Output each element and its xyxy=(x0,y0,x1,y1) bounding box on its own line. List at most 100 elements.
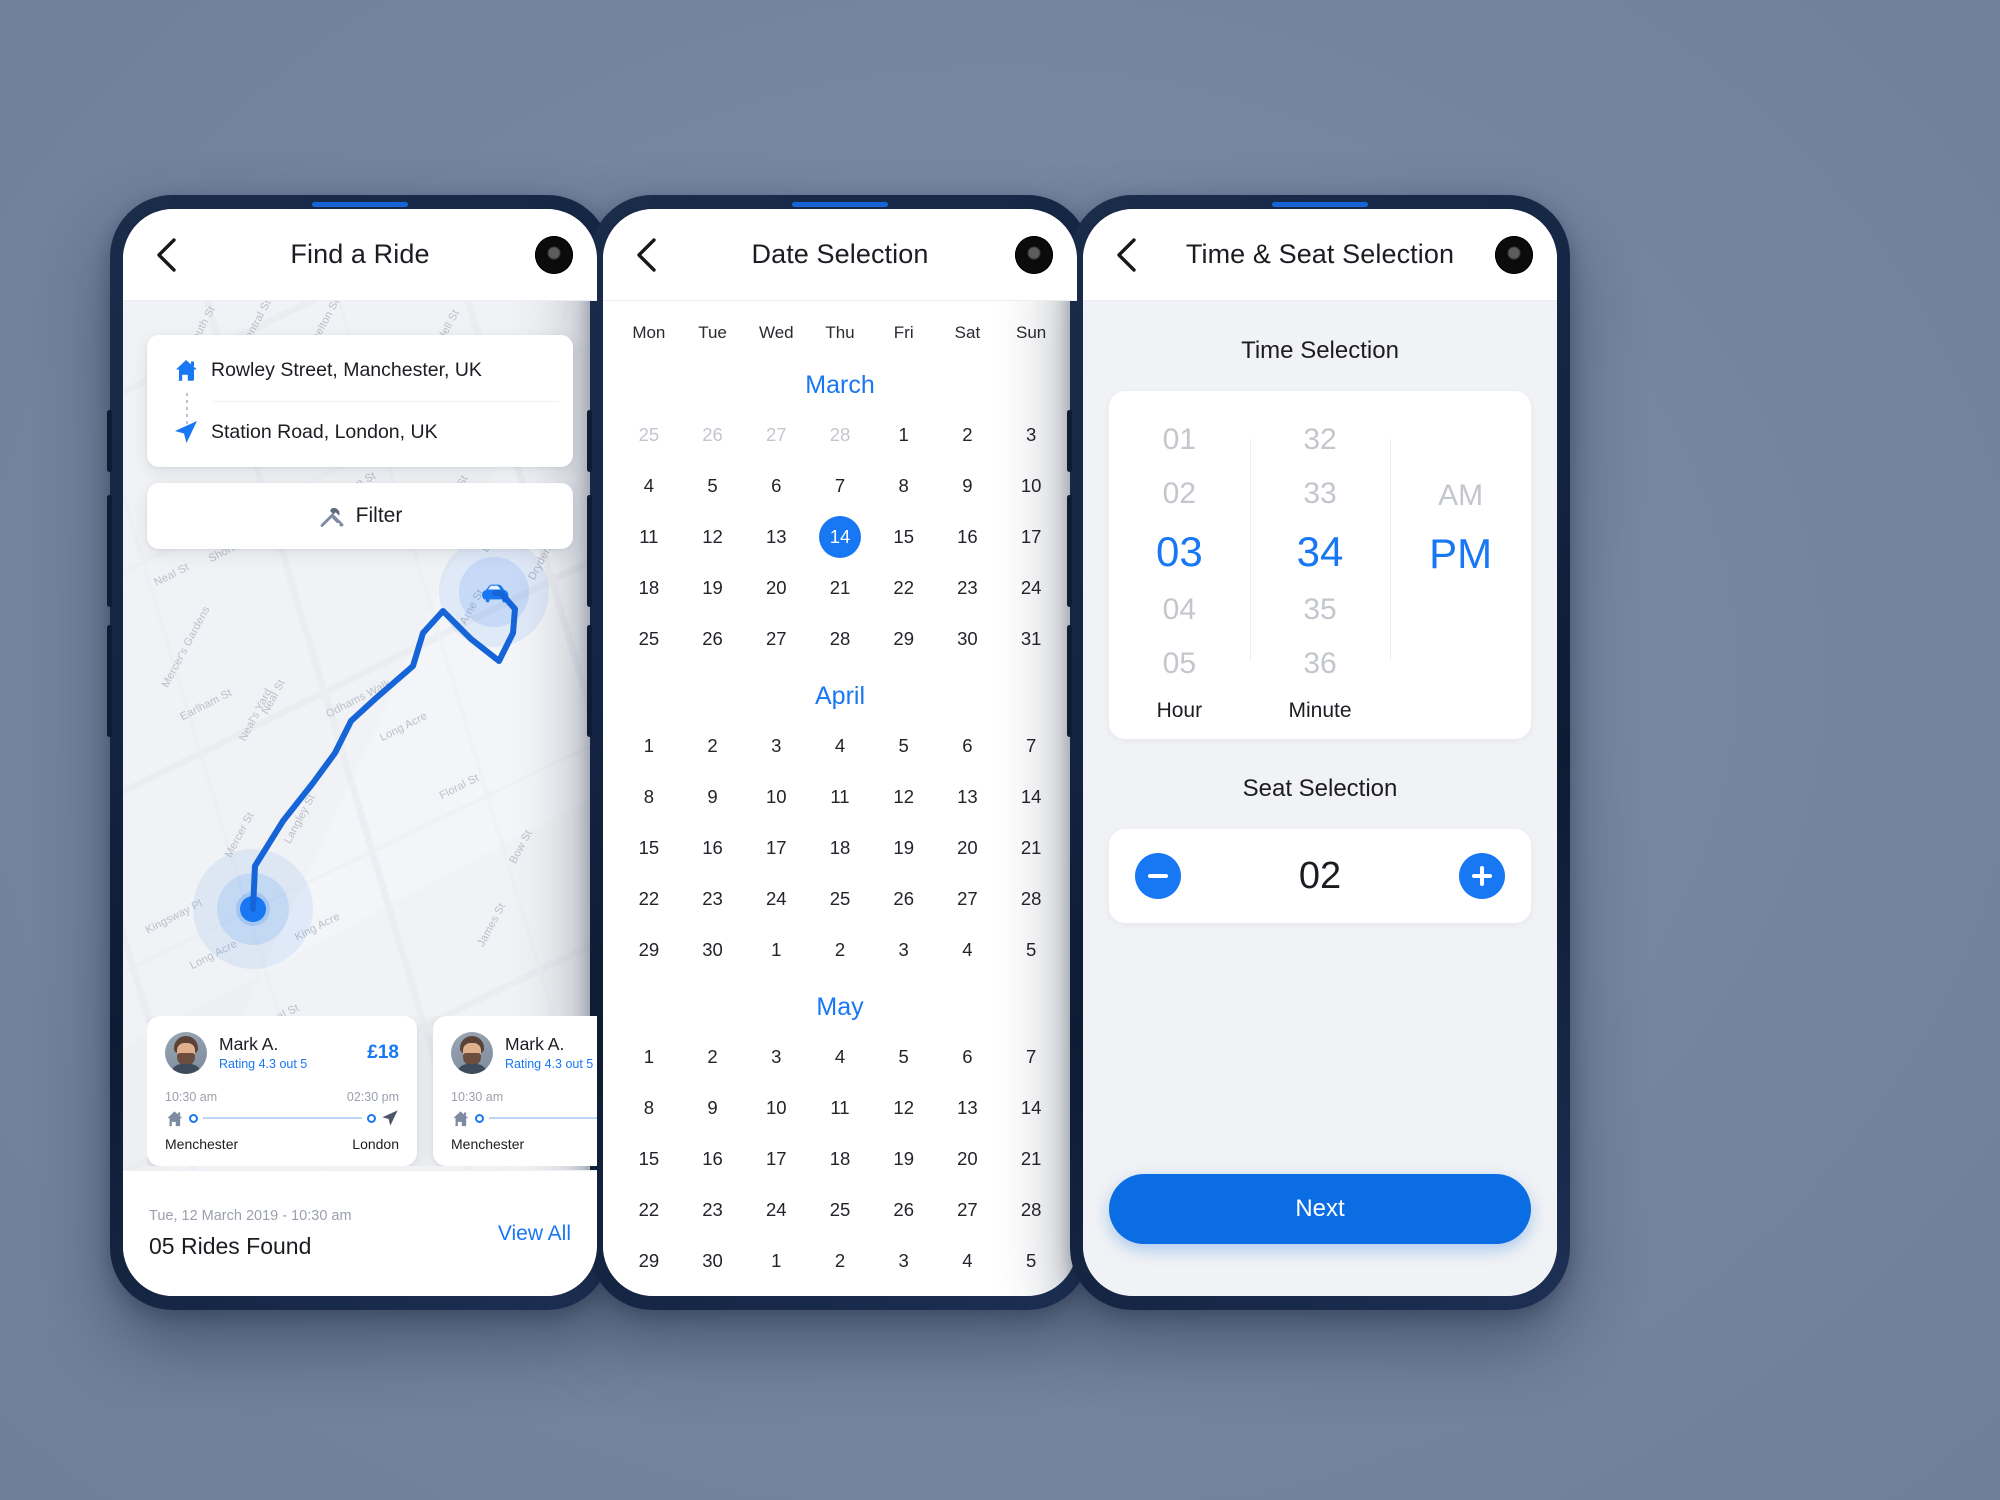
calendar-day[interactable]: 3 xyxy=(744,729,808,763)
calendar-day[interactable]: 2 xyxy=(808,1244,872,1278)
meridiem-wheel[interactable]: AM PM xyxy=(1390,413,1531,739)
calendar-day[interactable]: 23 xyxy=(936,571,1000,605)
back-button[interactable] xyxy=(629,237,663,272)
calendar-day[interactable]: 8 xyxy=(617,1091,681,1125)
phone-volume-down-button[interactable] xyxy=(587,625,592,737)
calendar-day[interactable]: 5 xyxy=(872,729,936,763)
calendar-day[interactable]: 2 xyxy=(936,418,1000,452)
calendar-day[interactable]: 25 xyxy=(808,882,872,916)
minute-wheel[interactable]: 32 33 34 35 36 Minute xyxy=(1250,413,1391,739)
calendar-day[interactable]: 1 xyxy=(744,1244,808,1278)
calendar-day[interactable]: 27 xyxy=(744,418,808,452)
phone-volume-up-button[interactable] xyxy=(587,495,592,607)
hour-option[interactable]: 01 xyxy=(1163,413,1196,467)
calendar-day[interactable]: 3 xyxy=(872,1244,936,1278)
calendar-day[interactable]: 27 xyxy=(744,622,808,656)
calendar-day[interactable]: 5 xyxy=(999,1244,1063,1278)
calendar-day[interactable]: 8 xyxy=(617,780,681,814)
map-canvas[interactable]: Monmouth St W Central St Shelton St Ende… xyxy=(123,297,597,1296)
calendar-day[interactable]: 21 xyxy=(999,1142,1063,1176)
calendar-day[interactable]: 26 xyxy=(681,418,745,452)
calendar-day[interactable]: 13 xyxy=(744,520,808,554)
calendar-day[interactable]: 15 xyxy=(617,1142,681,1176)
calendar-day[interactable]: 14 xyxy=(999,1091,1063,1125)
calendar-day[interactable]: 17 xyxy=(999,520,1063,554)
origin-row[interactable]: Rowley Street, Manchester, UK xyxy=(147,339,573,401)
hour-option[interactable]: 04 xyxy=(1163,583,1196,637)
calendar-day[interactable]: 11 xyxy=(808,780,872,814)
calendar-grid-april[interactable]: 1 2 3 4 5 6 7 8 9 10 11 12 13 14 15 16 17 18 19 20 21 22 23 24 2… xyxy=(617,729,1063,967)
calendar-day[interactable]: 5 xyxy=(872,1040,936,1074)
calendar-day[interactable]: 22 xyxy=(872,571,936,605)
calendar-day[interactable]: 17 xyxy=(744,1142,808,1176)
view-all-link[interactable]: View All xyxy=(498,1222,571,1246)
phone-side-button[interactable] xyxy=(107,410,112,472)
phone-volume-down-button[interactable] xyxy=(107,625,112,737)
calendar-day[interactable]: 15 xyxy=(872,520,936,554)
next-button[interactable]: Next xyxy=(1109,1174,1531,1244)
calendar-day[interactable]: 20 xyxy=(936,831,1000,865)
hour-option-selected[interactable]: 03 xyxy=(1156,521,1203,583)
calendar-day[interactable]: 18 xyxy=(808,831,872,865)
calendar-day[interactable]: 1 xyxy=(617,1040,681,1074)
calendar-day[interactable]: 24 xyxy=(744,1193,808,1227)
calendar-day[interactable]: 22 xyxy=(617,1193,681,1227)
calendar-day[interactable]: 10 xyxy=(744,780,808,814)
calendar-scroll[interactable]: Mon Tue Wed Thu Fri Sat Sun March 25 26 27… xyxy=(603,301,1077,1296)
calendar-day[interactable]: 20 xyxy=(936,1142,1000,1176)
calendar-day[interactable]: 11 xyxy=(808,1091,872,1125)
seat-increment-button[interactable] xyxy=(1459,853,1505,899)
calendar-day[interactable]: 8 xyxy=(872,469,936,503)
calendar-day[interactable]: 4 xyxy=(936,1244,1000,1278)
calendar-day[interactable]: 12 xyxy=(872,1091,936,1125)
time-picker-card[interactable]: 01 02 03 04 05 Hour 32 33 34 35 36 Minut… xyxy=(1109,391,1531,739)
ride-card[interactable]: Mark A. Rating 4.3 out 5 £18 10:30 am 02… xyxy=(147,1016,417,1166)
calendar-day[interactable]: 7 xyxy=(808,469,872,503)
calendar-day[interactable]: 11 xyxy=(617,520,681,554)
calendar-day[interactable]: 6 xyxy=(936,1040,1000,1074)
calendar-day[interactable]: 13 xyxy=(936,1091,1000,1125)
calendar-day[interactable]: 27 xyxy=(936,1193,1000,1227)
ride-card[interactable]: Mark A. Rating 4.3 out 5 £18 10:30 am 02… xyxy=(433,1016,597,1166)
calendar-day[interactable]: 12 xyxy=(872,780,936,814)
calendar-day[interactable]: 29 xyxy=(872,622,936,656)
calendar-day[interactable]: 16 xyxy=(681,1142,745,1176)
calendar-grid-march[interactable]: 25 26 27 28 1 2 3 4 5 6 7 8 9 10 11 12 13 14 15 16 17 18 19 20 2… xyxy=(617,418,1063,656)
calendar-day[interactable]: 4 xyxy=(936,933,1000,967)
calendar-day[interactable]: 2 xyxy=(681,729,745,763)
calendar-day[interactable]: 26 xyxy=(872,1193,936,1227)
calendar-day[interactable]: 27 xyxy=(936,882,1000,916)
calendar-day[interactable]: 10 xyxy=(744,1091,808,1125)
calendar-day[interactable]: 3 xyxy=(744,1040,808,1074)
calendar-day[interactable]: 4 xyxy=(808,729,872,763)
calendar-day[interactable]: 26 xyxy=(681,622,745,656)
hour-option[interactable]: 02 xyxy=(1163,467,1196,521)
calendar-day[interactable]: 1 xyxy=(872,418,936,452)
calendar-day[interactable]: 29 xyxy=(617,933,681,967)
calendar-day[interactable]: 24 xyxy=(999,571,1063,605)
phone-volume-down-button[interactable] xyxy=(1067,625,1072,737)
calendar-day[interactable]: 18 xyxy=(617,571,681,605)
hour-option[interactable]: 05 xyxy=(1163,637,1196,691)
calendar-grid-may[interactable]: 1 2 3 4 5 6 7 8 9 10 11 12 13 14 15 16 17 18 19 20 21 22 23 24 2… xyxy=(617,1040,1063,1278)
calendar-day[interactable]: 13 xyxy=(936,780,1000,814)
calendar-day[interactable]: 28 xyxy=(999,882,1063,916)
calendar-day[interactable]: 19 xyxy=(872,1142,936,1176)
calendar-day[interactable]: 20 xyxy=(744,571,808,605)
calendar-day[interactable]: 30 xyxy=(681,933,745,967)
calendar-day[interactable]: 18 xyxy=(808,1142,872,1176)
back-button[interactable] xyxy=(1109,237,1143,272)
ride-cards-carousel[interactable]: Mark A. Rating 4.3 out 5 £18 10:30 am 02… xyxy=(147,1016,597,1166)
calendar-day[interactable]: 28 xyxy=(999,1193,1063,1227)
minute-option[interactable]: 32 xyxy=(1303,413,1336,467)
calendar-day[interactable]: 4 xyxy=(617,469,681,503)
calendar-day[interactable]: 19 xyxy=(872,831,936,865)
calendar-day[interactable]: 14 xyxy=(999,780,1063,814)
calendar-day[interactable]: 31 xyxy=(999,622,1063,656)
calendar-day[interactable]: 7 xyxy=(999,729,1063,763)
calendar-day[interactable]: 9 xyxy=(681,1091,745,1125)
meridiem-option-am[interactable]: AM xyxy=(1438,469,1483,523)
calendar-day[interactable]: 25 xyxy=(808,1193,872,1227)
phone-side-button[interactable] xyxy=(587,410,592,472)
calendar-day[interactable]: 16 xyxy=(681,831,745,865)
